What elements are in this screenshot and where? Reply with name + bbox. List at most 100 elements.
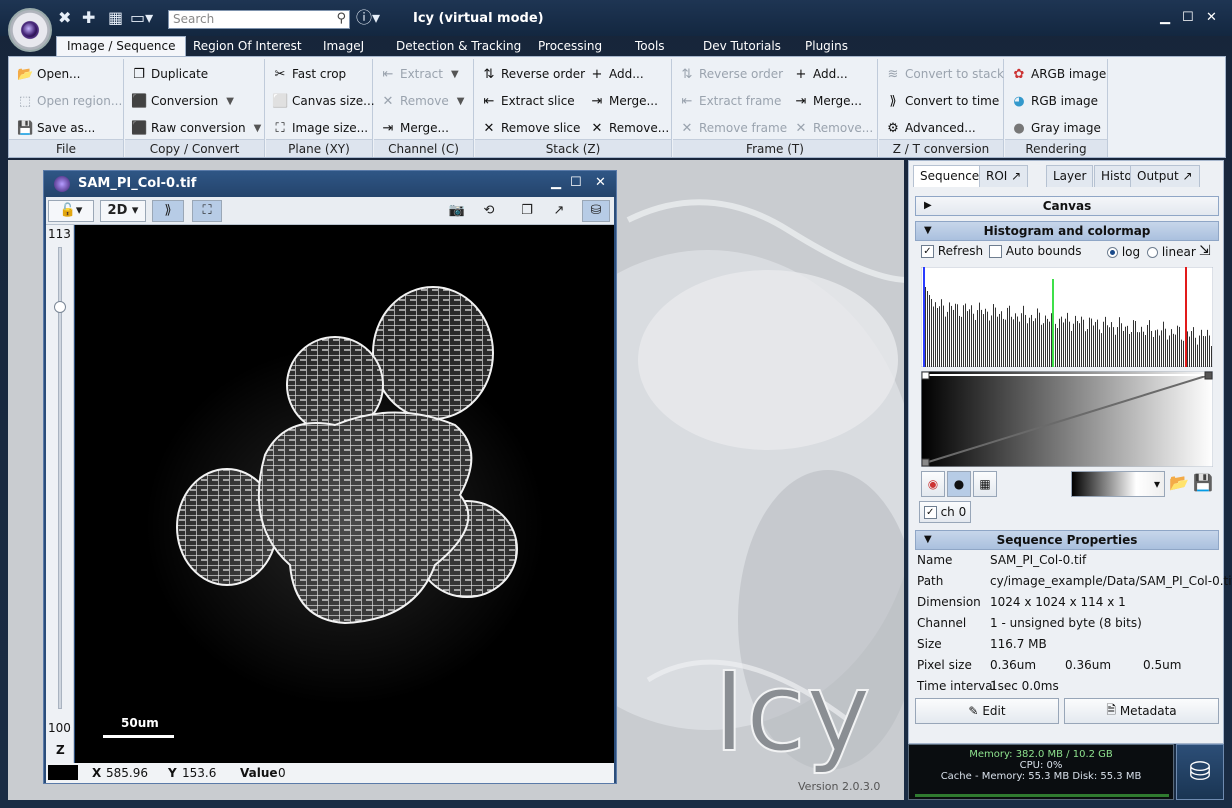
fast-crop-button[interactable]: ✂ Fast crop xyxy=(272,63,347,85)
max-bound-marker[interactable] xyxy=(1185,267,1187,367)
colormap-rgb-button[interactable]: ◉ xyxy=(921,471,945,497)
detach-button[interactable]: ↗ xyxy=(546,200,572,222)
histogram-section-header[interactable]: ▼ Histogram and colormap xyxy=(915,221,1219,241)
tab-detection[interactable]: Detection & Tracking xyxy=(396,37,521,56)
min-bound-marker[interactable] xyxy=(923,267,925,367)
gray-image-button[interactable]: ● Gray image xyxy=(1011,117,1101,139)
view-mode-dropdown[interactable]: 2D ▾ xyxy=(100,200,146,222)
histogram-bar xyxy=(965,303,966,367)
edit-button[interactable]: ✎ Edit xyxy=(915,698,1059,724)
image-size-button[interactable]: ⛶ Image size... xyxy=(272,117,368,139)
merge-channel-button[interactable]: ⇥ Merge... xyxy=(380,117,449,139)
tab-plugins[interactable]: Plugins xyxy=(805,37,848,56)
reverse-frame-order-button[interactable]: ⇅ Reverse order xyxy=(679,63,784,85)
log-radio[interactable]: log xyxy=(1107,245,1140,259)
tab-imagej[interactable]: ImageJ xyxy=(323,37,364,56)
icy-logo[interactable] xyxy=(8,8,52,52)
convert-to-stack-button[interactable]: ≋ Convert to stack xyxy=(885,63,1004,85)
tab-tools[interactable]: Tools xyxy=(635,37,665,56)
channel-0-toggle[interactable]: ✓ ch 0 xyxy=(919,501,971,523)
tools-icon[interactable]: ✖ xyxy=(58,9,71,27)
tab-processing[interactable]: Processing xyxy=(538,37,602,56)
histogram-bar xyxy=(1015,313,1016,367)
duplicate-button[interactable]: ❐ Duplicate xyxy=(131,63,208,85)
save-as-button[interactable]: 💾 Save as... xyxy=(17,117,95,139)
sequence-properties-header[interactable]: ▼ Sequence Properties xyxy=(915,530,1219,550)
close-icon[interactable]: ✕ xyxy=(1206,11,1217,25)
window-menu-icon[interactable]: ▭▾ xyxy=(130,9,153,27)
canvas-section-header[interactable]: ▶ Canvas xyxy=(915,196,1219,216)
histogram-bar xyxy=(1125,326,1126,367)
refresh-checkbox[interactable]: ✓ Refresh xyxy=(921,244,983,258)
snapshot-button[interactable]: ⟲ xyxy=(476,200,502,222)
z-slider-track[interactable] xyxy=(58,247,62,709)
search-input[interactable]: Search ⚲ xyxy=(168,10,350,29)
add-frame-button[interactable]: + Add... xyxy=(793,63,848,85)
advanced-button[interactable]: ⚙ Advanced... xyxy=(885,117,976,139)
plugin-icon[interactable]: ✚ xyxy=(82,9,95,27)
export-icon[interactable]: ⇲ xyxy=(1199,243,1211,259)
maximize-icon[interactable]: ☐ xyxy=(1182,11,1194,25)
metadata-button[interactable]: 🗎 Metadata xyxy=(1064,698,1219,724)
histogram-bar xyxy=(957,304,958,367)
open-region-button[interactable]: ⬚ Open region... xyxy=(17,90,122,112)
canvas-size-button[interactable]: ⬜ Canvas size... xyxy=(272,90,375,112)
reverse-order-button[interactable]: ⇅ Reverse order xyxy=(481,63,586,85)
convert-to-time-button[interactable]: ⟫ Convert to time xyxy=(885,90,999,112)
histogram-chart[interactable] xyxy=(921,267,1213,367)
histogram-bar xyxy=(1205,336,1206,367)
memory-monitor[interactable]: Memory: 382.0 MB / 10.2 GB CPU: 0% Cache… xyxy=(908,744,1174,800)
argb-image-button[interactable]: ✿ ARGB image xyxy=(1011,63,1107,85)
raw-conversion-button[interactable]: ⬛ Raw conversion ▼ xyxy=(131,117,261,139)
add-slice-button[interactable]: + Add... xyxy=(589,63,644,85)
zoom-fit-button[interactable]: ⟫ xyxy=(152,200,184,222)
virtual-memory-icon[interactable]: ⛁ xyxy=(1176,744,1224,800)
tab-layer[interactable]: Layer xyxy=(1046,165,1094,187)
image-canvas[interactable]: 50um xyxy=(75,225,614,763)
extract-slice-button[interactable]: ⇤ Extract slice xyxy=(481,90,575,112)
close-icon[interactable]: ✕ xyxy=(595,175,606,190)
merge-slice-button[interactable]: ⇥ Merge... xyxy=(589,90,658,112)
save-icon[interactable]: 💾 xyxy=(1193,473,1213,492)
colormap-alpha-button[interactable]: ▦ xyxy=(973,471,997,497)
minimize-icon[interactable]: ▁ xyxy=(1160,11,1170,25)
tab-dev-tutorials[interactable]: Dev Tutorials xyxy=(703,37,781,56)
screenshot-button[interactable]: 📷 xyxy=(444,200,470,222)
linear-radio[interactable]: linear xyxy=(1147,245,1196,259)
maximize-icon[interactable]: ☐ xyxy=(570,175,582,190)
remove-channel-button[interactable]: ✕ Remove ▼ xyxy=(380,90,465,112)
colormap-editor[interactable] xyxy=(921,371,1213,467)
layout-icon[interactable]: ▦ xyxy=(108,9,123,27)
colormap-point[interactable] xyxy=(1204,371,1213,380)
info-icon[interactable]: ⓘ▾ xyxy=(356,9,380,27)
image-window-titlebar[interactable]: SAM_PI_Col-0.tif ▁ ☐ ✕ xyxy=(44,171,616,197)
tab-roi[interactable]: Region Of Interest xyxy=(193,37,302,56)
fit-window-button[interactable]: ⛶ xyxy=(192,200,222,222)
extract-channel-button[interactable]: ⇤ Extract ▼ xyxy=(380,63,459,85)
open-button[interactable]: 📂 Open... xyxy=(17,63,81,85)
open-folder-icon[interactable]: 📂 xyxy=(1169,473,1189,492)
conversion-button[interactable]: ⬛ Conversion ▼ xyxy=(131,90,234,112)
lock-dropdown[interactable]: 🔓▾ xyxy=(48,200,94,222)
colormap-gray-button[interactable]: ● xyxy=(947,471,971,497)
z-slider-thumb[interactable] xyxy=(54,301,66,313)
tab-sequence[interactable]: Sequence xyxy=(913,165,987,187)
auto-bounds-checkbox[interactable]: Auto bounds xyxy=(989,244,1082,258)
extract-frame-button[interactable]: ⇤ Extract frame xyxy=(679,90,782,112)
virtual-mode-button[interactable]: ⛁ xyxy=(582,200,610,222)
tab-image-sequence[interactable]: Image / Sequence xyxy=(56,36,187,57)
minimize-icon[interactable]: ▁ xyxy=(551,175,561,190)
folder-icon: 📂 xyxy=(17,66,34,82)
tab-output[interactable]: Output ↗ xyxy=(1130,165,1200,187)
colormap-point[interactable] xyxy=(921,371,930,380)
remove-frames-button[interactable]: ✕ Remove... xyxy=(793,117,874,139)
remove-slice-button[interactable]: ✕ Remove slice xyxy=(481,117,581,139)
rgb-image-button[interactable]: ◕ RGB image xyxy=(1011,90,1098,112)
duplicate-view-button[interactable]: ❐ xyxy=(514,200,540,222)
tab-roi-panel[interactable]: ROI ↗ xyxy=(979,165,1029,187)
colormap-dropdown[interactable]: ▾ xyxy=(1071,471,1165,497)
remove-slices-button[interactable]: ✕ Remove... xyxy=(589,117,670,139)
colormap-point[interactable] xyxy=(921,458,930,467)
remove-frame-button[interactable]: ✕ Remove frame xyxy=(679,117,788,139)
merge-frame-button[interactable]: ⇥ Merge... xyxy=(793,90,862,112)
